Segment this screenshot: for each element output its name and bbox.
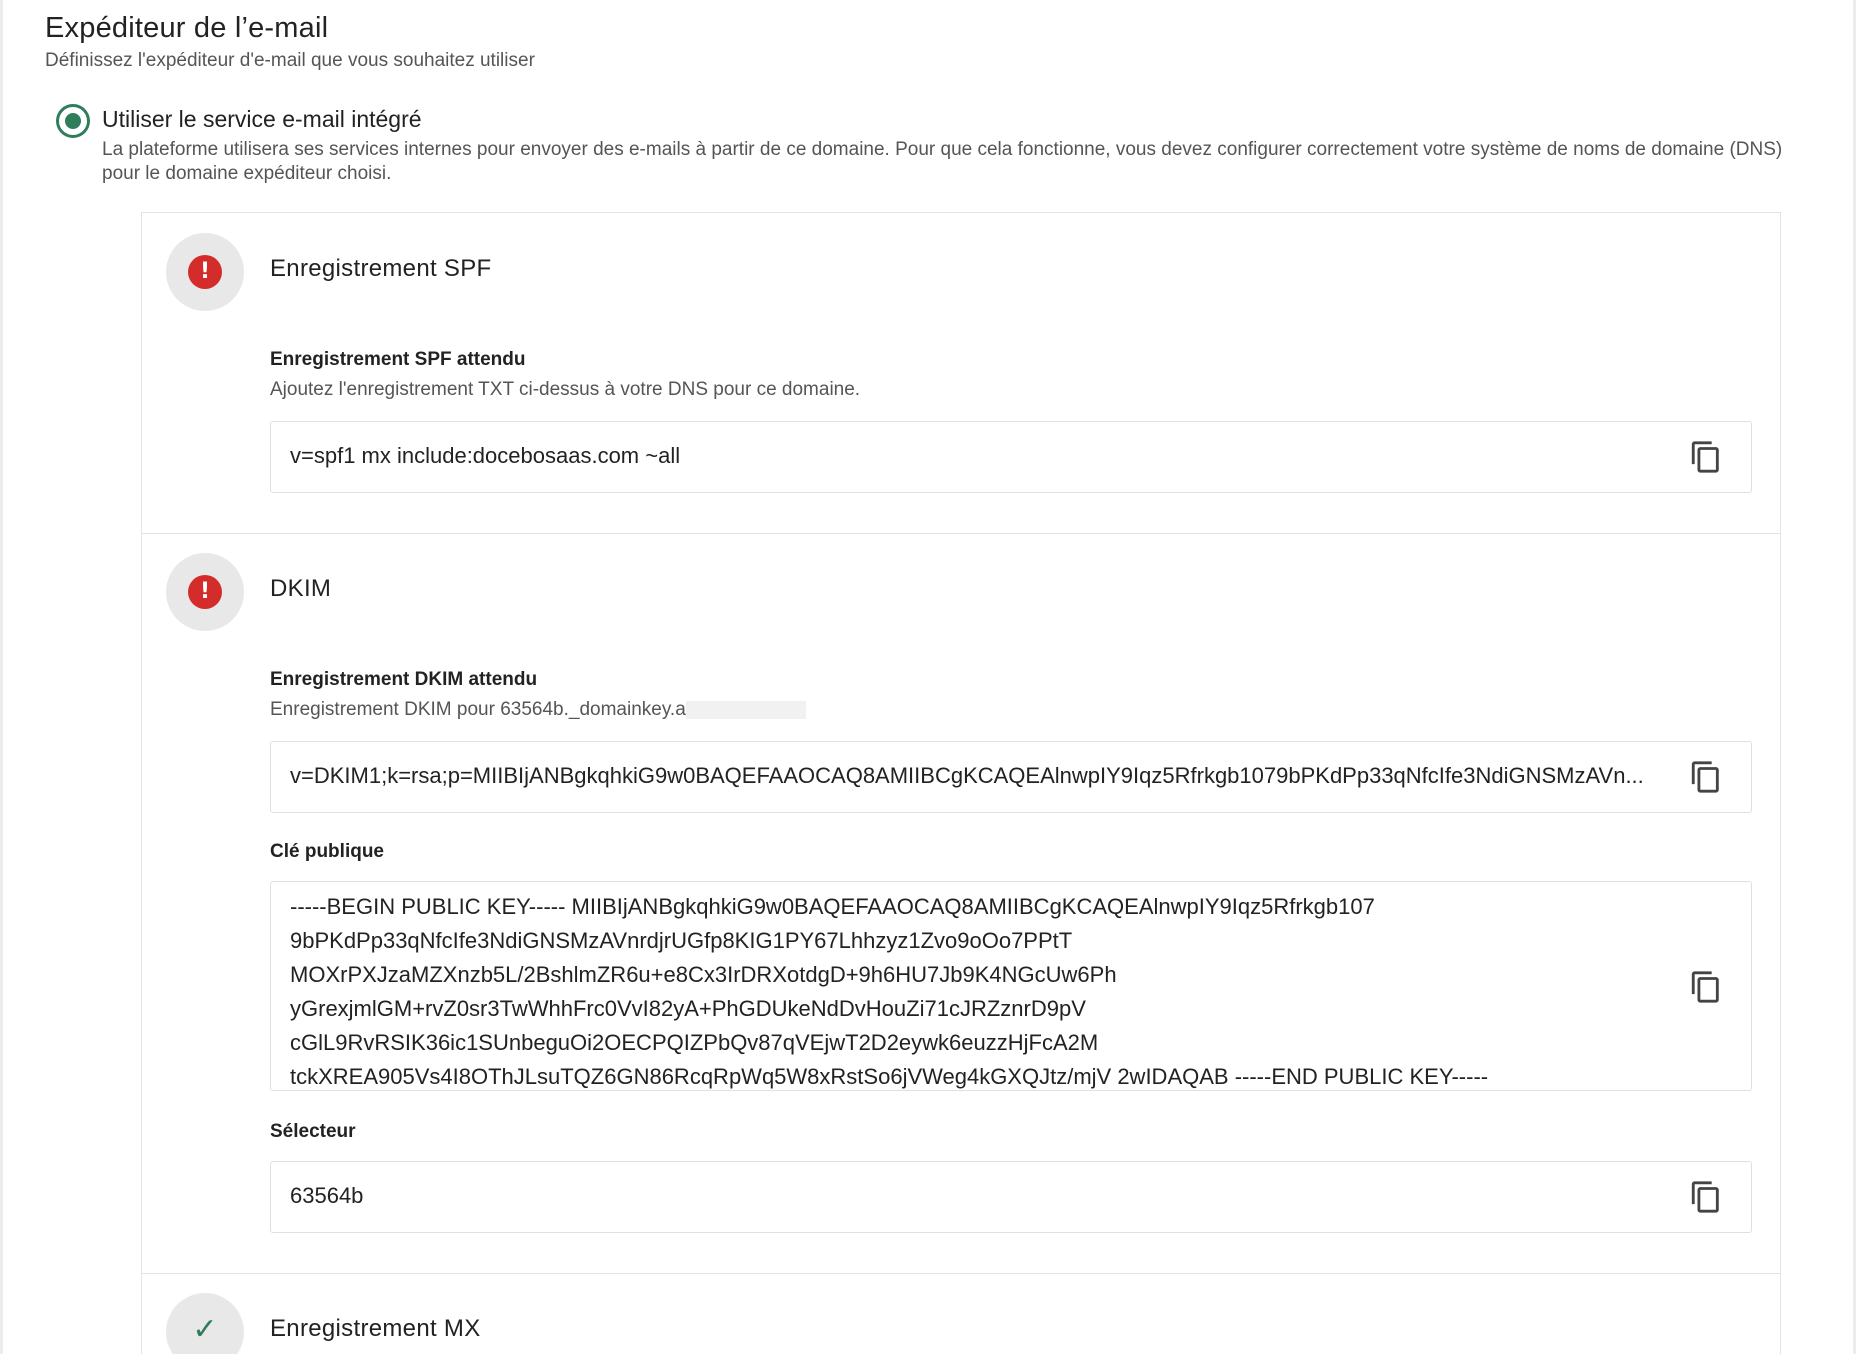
spf-status-indicator: ! bbox=[166, 233, 244, 311]
selector-label: Sélecteur bbox=[270, 1121, 356, 1142]
dns-records-card: ! Enregistrement SPF Enregistrement SPF … bbox=[141, 212, 1781, 1354]
builtin-service-label[interactable]: Utiliser le service e-mail intégré bbox=[102, 106, 422, 133]
mx-title: Enregistrement MX bbox=[270, 1315, 481, 1342]
selector-field[interactable]: 63564b bbox=[270, 1161, 1752, 1233]
public-key-line: cGlL9RvRSIK36ic1SUnbeguOi2OECPQIZPbQv87q… bbox=[290, 1030, 1099, 1055]
public-key-line: 9bPKdPp33qNfcIfe3NdiGNSMzAVnrdjrUGfp8KIG… bbox=[290, 928, 1073, 953]
dkim-record-value: v=DKIM1;k=rsa;p=MIIBIjANBgkqhkiG9w0BAQEF… bbox=[290, 763, 1644, 788]
dkim-expected-help: Enregistrement DKIM pour 63564b._domaink… bbox=[270, 699, 806, 721]
divider bbox=[142, 533, 1780, 534]
public-key-line: MOXrPXJzaMZXnzb5L/2BshlmZR6u+e8Cx3IrDRXo… bbox=[290, 962, 1117, 987]
builtin-service-description: La plateforme utilisera ses services int… bbox=[102, 139, 1783, 184]
exclamation-circle-icon: ! bbox=[188, 575, 222, 609]
public-key-line: yGrexjmlGM+rvZ0sr3TwWhhFrc0VvI82yA+PhGDU… bbox=[290, 996, 1086, 1021]
public-key-line: tckXREA905Vs4I8OThJLsuTQZ6GN86RcqRpWq5W8… bbox=[290, 1064, 1489, 1089]
public-key-field[interactable]: -----BEGIN PUBLIC KEY----- MIIBIjANBgkqh… bbox=[270, 881, 1752, 1091]
redacted-domain bbox=[685, 700, 806, 719]
public-key-value: -----BEGIN PUBLIC KEY----- MIIBIjANBgkqh… bbox=[290, 890, 1488, 1094]
exclamation-circle-icon: ! bbox=[188, 255, 222, 289]
copy-icon[interactable] bbox=[1689, 1180, 1723, 1214]
spf-expected-help: Ajoutez l'enregistrement TXT ci-dessus à… bbox=[270, 379, 861, 400]
spf-record-field[interactable]: v=spf1 mx include:docebosaas.com ~all bbox=[270, 421, 1752, 493]
divider bbox=[142, 1273, 1780, 1274]
copy-icon[interactable] bbox=[1689, 970, 1723, 1004]
public-key-label: Clé publique bbox=[270, 841, 384, 862]
dkim-expected-label: Enregistrement DKIM attendu bbox=[270, 669, 538, 690]
dkim-status-indicator: ! bbox=[166, 553, 244, 631]
spf-expected-label: Enregistrement SPF attendu bbox=[270, 349, 526, 370]
section-title: Expéditeur de l’e-mail bbox=[45, 12, 329, 44]
radio-selected-dot bbox=[65, 113, 81, 129]
mx-status-indicator: ✓ bbox=[166, 1293, 244, 1354]
email-sender-page: Expéditeur de l’e-mail Définissez l'expé… bbox=[0, 0, 1856, 1354]
copy-icon[interactable] bbox=[1689, 440, 1723, 474]
selector-value: 63564b bbox=[290, 1183, 364, 1208]
builtin-service-radio[interactable] bbox=[56, 104, 90, 138]
dkim-expected-help-text: Enregistrement DKIM pour 63564b._domaink… bbox=[270, 699, 686, 720]
copy-icon[interactable] bbox=[1689, 760, 1723, 794]
section-subtitle: Définissez l'expéditeur d'e-mail que vou… bbox=[45, 50, 535, 71]
spf-record-value: v=spf1 mx include:docebosaas.com ~all bbox=[290, 443, 681, 468]
check-icon: ✓ bbox=[192, 1312, 218, 1347]
dkim-title: DKIM bbox=[270, 575, 332, 602]
spf-title: Enregistrement SPF bbox=[270, 255, 492, 282]
dkim-record-field[interactable]: v=DKIM1;k=rsa;p=MIIBIjANBgkqhkiG9w0BAQEF… bbox=[270, 741, 1752, 813]
public-key-line: -----BEGIN PUBLIC KEY----- MIIBIjANBgkqh… bbox=[290, 894, 1375, 919]
